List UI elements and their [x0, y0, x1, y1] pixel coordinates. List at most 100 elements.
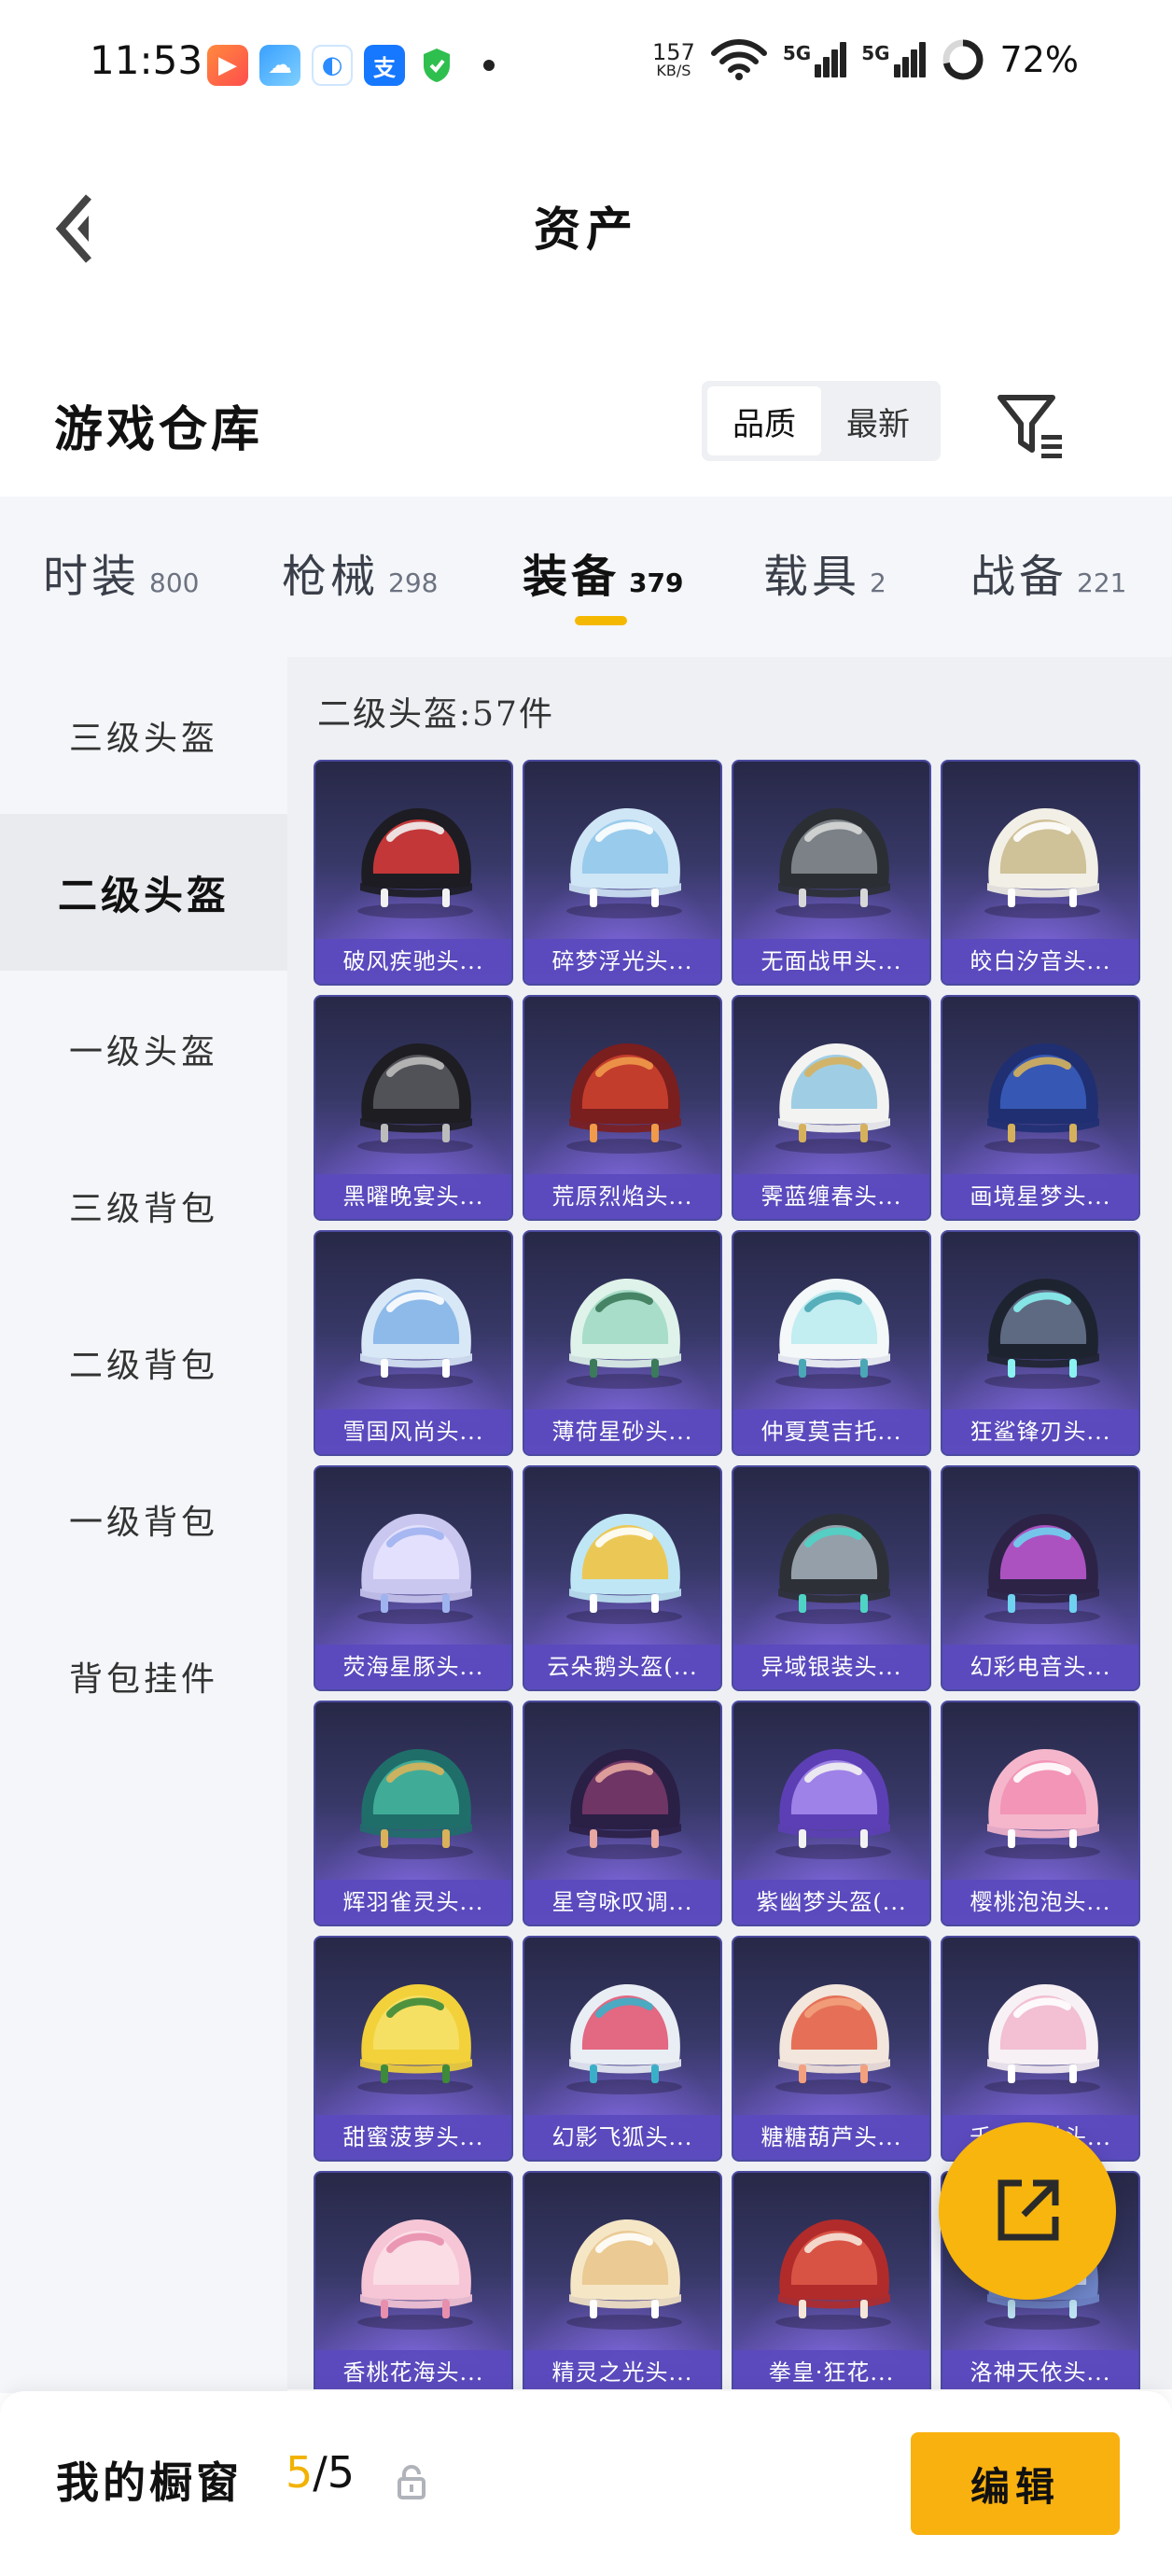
helmet-item-card[interactable]: 樱桃泡泡头... [941, 1701, 1140, 1926]
helmet-item-name: 狂鲨锋刃头... [942, 1409, 1138, 1454]
sidebar-item-backpack-charm[interactable]: 背包挂件 [0, 1598, 287, 1755]
warehouse-title: 游戏仓库 [54, 401, 264, 458]
helmet-item-card[interactable]: 仲夏莫吉托... [732, 1230, 931, 1456]
helmet-item-name: 画境星梦头... [942, 1174, 1138, 1219]
helmet-item-name: 洛神天依头... [942, 2350, 1138, 2389]
helmet-item-card[interactable]: 皎白汐音头... [941, 760, 1140, 986]
helmet-item-card[interactable]: 精灵之光头... [523, 2171, 722, 2389]
tab-combat-supplies[interactable]: 战备 221 [970, 539, 1126, 605]
net-speed: 157 KB/S [652, 41, 695, 78]
helmet-image [566, 1984, 682, 2094]
helmet-image [357, 1043, 473, 1154]
tab-label: 时装 [43, 551, 141, 603]
helmet-image [775, 2219, 891, 2330]
helmet-image [775, 1984, 891, 2094]
helmet-image [566, 1043, 682, 1154]
helmet-item-card[interactable]: 荒原烈焰头... [523, 995, 722, 1221]
helmet-item-card[interactable]: 糖糖葫芦头... [732, 1936, 931, 2162]
helmet-image [984, 1984, 1100, 2094]
helmet-item-name: 辉羽雀灵头... [315, 1880, 511, 1925]
helmet-item-card[interactable]: 无面战甲头... [732, 760, 931, 986]
helmet-item-name: 糖糖葫芦头... [733, 2115, 929, 2160]
helmet-item-card[interactable]: 甜蜜菠萝头... [314, 1936, 513, 2162]
helmet-item-card[interactable]: 星穹咏叹调... [523, 1701, 722, 1926]
tab-count: 2 [870, 567, 886, 598]
helmet-item-card[interactable]: 薄荷星砂头... [523, 1230, 722, 1456]
helmet-item-name: 薄荷星砂头... [524, 1409, 720, 1454]
tab-label: 战备 [970, 551, 1068, 603]
helmet-item-name: 拳皇·狂花... [733, 2350, 929, 2389]
helmet-image [566, 1749, 682, 1859]
tab-count: 800 [149, 567, 200, 598]
signal-1-label: 5G [782, 42, 812, 64]
helmet-item-name: 黑曜晚宴头... [315, 1174, 511, 1219]
helmet-image [984, 1749, 1100, 1859]
sort-newest-option[interactable]: 最新 [821, 386, 935, 455]
helmet-item-card[interactable]: 黑曜晚宴头... [314, 995, 513, 1221]
helmet-image [775, 1749, 891, 1859]
helmet-item-card[interactable]: 拳皇·狂花... [732, 2171, 931, 2389]
helmet-item-name: 星穹咏叹调... [524, 1880, 720, 1925]
showcase-count-current: 5 [286, 2447, 314, 2498]
helmet-item-card[interactable]: 霁蓝缠春头... [732, 995, 931, 1221]
helmet-item-card[interactable]: 破风疾驰头... [314, 760, 513, 986]
helmet-image [984, 1043, 1100, 1154]
showcase-count-total: /5 [313, 2447, 356, 2498]
helmet-item-card[interactable]: 狂鲨锋刃头... [941, 1230, 1140, 1456]
sidebar-item-level2-backpack[interactable]: 二级背包 [0, 1284, 287, 1441]
helmet-item-card[interactable]: 云朵鹅头盔(... [523, 1465, 722, 1691]
helmet-item-card[interactable]: 异域银装头... [732, 1465, 931, 1691]
status-bar: 11:53 ▶ ☁ ◐ 支 157 KB/S 5G 5G 72% [0, 0, 1172, 131]
helmet-item-name: 紫幽梦头盔(... [733, 1880, 929, 1925]
battery-level: 72% [999, 39, 1079, 80]
tab-label: 枪械 [282, 551, 380, 603]
helmet-image [566, 2219, 682, 2330]
helmet-item-name: 精灵之光头... [524, 2350, 720, 2389]
helmet-item-card[interactable]: 幻彩电音头... [941, 1465, 1140, 1691]
helmet-image [566, 1279, 682, 1389]
helmet-item-card[interactable]: 香桃花海头... [314, 2171, 513, 2389]
tab-vehicles[interactable]: 载具 2 [763, 539, 886, 605]
app-header: 资产 [0, 131, 1172, 308]
helmet-item-card[interactable]: 画境星梦头... [941, 995, 1140, 1221]
helmet-item-card[interactable]: 紫幽梦头盔(... [732, 1701, 931, 1926]
helmet-image [984, 1514, 1100, 1624]
share-fab-button[interactable] [939, 2122, 1116, 2300]
helmet-item-card[interactable]: 雪国风尚头... [314, 1230, 513, 1456]
filter-button[interactable] [995, 388, 1069, 463]
helmet-image [357, 808, 473, 918]
subcategory-sidebar: 三级头盔 二级头盔 一级头盔 三级背包 二级背包 一级背包 背包挂件 [0, 657, 287, 2393]
helmet-item-card[interactable]: 荧海星豚头... [314, 1465, 513, 1691]
helmet-item-name: 仲夏莫吉托... [733, 1409, 929, 1454]
net-speed-unit: KB/S [656, 62, 691, 79]
helmet-item-name: 幻影飞狐头... [524, 2115, 720, 2160]
helmet-item-name: 破风疾驰头... [315, 939, 511, 984]
helmet-image [357, 2219, 473, 2330]
sidebar-item-level1-backpack[interactable]: 一级背包 [0, 1441, 287, 1598]
sidebar-item-level3-helmet[interactable]: 三级头盔 [0, 657, 287, 814]
sidebar-item-level1-helmet[interactable]: 一级头盔 [0, 971, 287, 1127]
helmet-image [566, 1514, 682, 1624]
helmet-item-name: 霁蓝缠春头... [733, 1174, 929, 1219]
signal-2-label: 5G [861, 42, 890, 64]
battery-ring-icon [942, 39, 984, 80]
tab-equipment[interactable]: 装备 379 [523, 539, 683, 605]
category-tabs: 时装 800 枪械 298 装备 379 载具 2 战备 221 [0, 497, 1172, 657]
helmet-item-card[interactable]: 辉羽雀灵头... [314, 1701, 513, 1926]
tab-fashion[interactable]: 时装 800 [43, 539, 199, 605]
helmet-item-card[interactable]: 幻影飞狐头... [523, 1936, 722, 2162]
helmet-image [357, 1279, 473, 1389]
helmet-image [775, 1279, 891, 1389]
tab-count: 298 [388, 567, 439, 598]
helmet-image [775, 1514, 891, 1624]
edit-button[interactable]: 编辑 [911, 2432, 1120, 2535]
sidebar-item-level2-helmet[interactable]: 二级头盔 [0, 814, 287, 971]
sidebar-item-level3-backpack[interactable]: 三级背包 [0, 1127, 287, 1284]
sort-quality-option[interactable]: 品质 [707, 386, 821, 455]
helmet-item-card[interactable]: 碎梦浮光头... [523, 760, 722, 986]
helmet-item-name: 荧海星豚头... [315, 1645, 511, 1689]
page-title: 资产 [534, 202, 638, 257]
wifi-icon [710, 39, 767, 80]
tab-firearms[interactable]: 枪械 298 [282, 539, 438, 605]
video-app-icon: ▶ [207, 45, 248, 86]
